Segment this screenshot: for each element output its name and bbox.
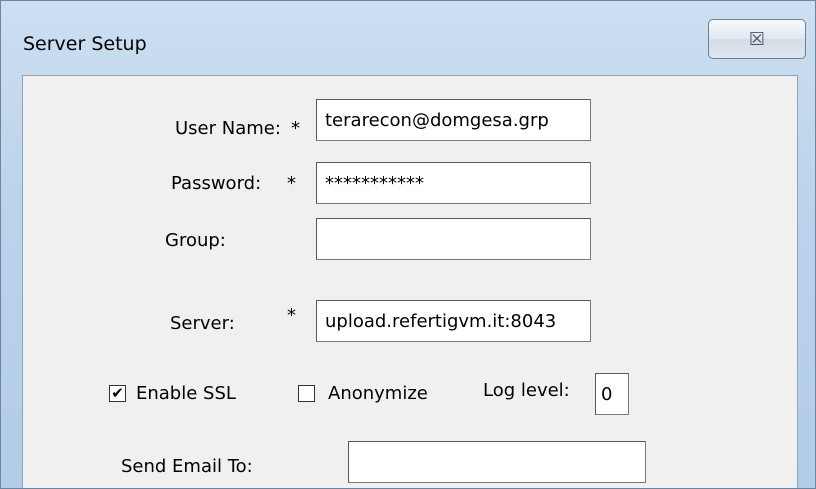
- window-title: Server Setup: [23, 33, 147, 55]
- password-required-marker: *: [287, 173, 296, 194]
- enable-ssl-label[interactable]: Enable SSL: [136, 383, 236, 404]
- close-icon: ☒: [748, 28, 766, 50]
- username-required-marker: *: [291, 118, 300, 139]
- server-input[interactable]: [316, 300, 591, 342]
- server-label: Server:: [170, 313, 235, 334]
- send-email-input[interactable]: [348, 441, 646, 483]
- server-setup-dialog: Server Setup ☒ User Name: * Password: * …: [0, 0, 816, 489]
- server-required-marker: *: [287, 305, 296, 326]
- title-bar[interactable]: Server Setup ☒: [1, 1, 815, 63]
- anonymize-label[interactable]: Anonymize: [328, 383, 428, 404]
- log-level-label: Log level:: [483, 380, 570, 401]
- log-level-input[interactable]: [595, 373, 629, 415]
- password-input[interactable]: [316, 162, 591, 204]
- password-label: Password:: [171, 173, 262, 194]
- username-input[interactable]: [316, 99, 591, 141]
- close-button[interactable]: ☒: [708, 19, 806, 59]
- username-label: User Name:: [175, 118, 281, 139]
- send-email-label: Send Email To:: [121, 456, 253, 477]
- group-label: Group:: [165, 230, 226, 251]
- enable-ssl-checkbox[interactable]: ✔: [109, 385, 126, 402]
- anonymize-checkbox[interactable]: [298, 385, 315, 402]
- group-input[interactable]: [316, 218, 591, 260]
- form-panel: User Name: * Password: * Group: Server: …: [22, 75, 798, 488]
